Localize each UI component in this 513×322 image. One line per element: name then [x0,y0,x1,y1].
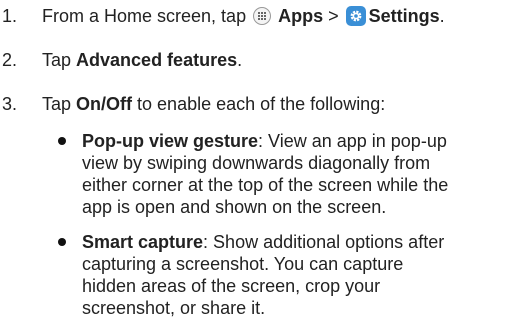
bullet-item-smart-capture: Smart capture: Show additional options a… [82,231,512,319]
bullet-line: hidden areas of the screen, crop your [82,276,381,296]
step-text: Tap On/Off to enable each of the followi… [42,93,385,115]
bullet-item-pop-up-view-gesture: Pop-up view gesture: View an app in pop-… [82,130,512,218]
bullet-line: screenshot, or share it. [82,298,266,318]
step-prefix: From a Home screen, tap [42,6,252,26]
step-text: From a Home screen, tap Apps > Settings. [42,5,445,27]
bullet-line: either corner at the top of the screen w… [82,175,449,195]
bullet-line: Pop-up view gesture: View an app in pop-… [82,130,512,152]
settings-label: Settings [368,6,440,26]
apps-grid-icon [253,7,272,25]
bullet-dot [58,238,66,246]
bullet-dot [58,137,66,145]
step-number: 3. [2,94,18,114]
advanced-features-label: Advanced features [76,50,238,70]
step-suffix: to enable each of the following: [132,94,386,114]
bullet-description: : View an app in pop-up [258,131,447,151]
bullet-line: Smart capture: Show additional options a… [82,231,512,253]
apps-label: Apps [278,6,324,26]
bullet-line: capturing a screenshot. You can capture [82,254,404,274]
on-off-label: On/Off [76,94,133,114]
menu-separator: > [323,6,344,26]
step-number: 2. [2,50,18,70]
step-prefix: Tap [42,50,77,70]
step-suffix: . [237,50,243,70]
bullet-title: Smart capture [82,232,204,252]
step-prefix: Tap [42,94,77,114]
step-text: Tap Advanced features. [42,49,242,71]
step-number: 1. [2,6,18,26]
bullet-title: Pop-up view gesture [82,131,259,151]
gear-icon [345,6,366,26]
step-suffix: . [439,6,445,26]
bullet-line: app is open and shown on the screen. [82,197,387,217]
bullet-description: : Show additional options after [203,232,445,252]
bullet-line: view by swiping downwards diagonally fro… [82,153,431,173]
